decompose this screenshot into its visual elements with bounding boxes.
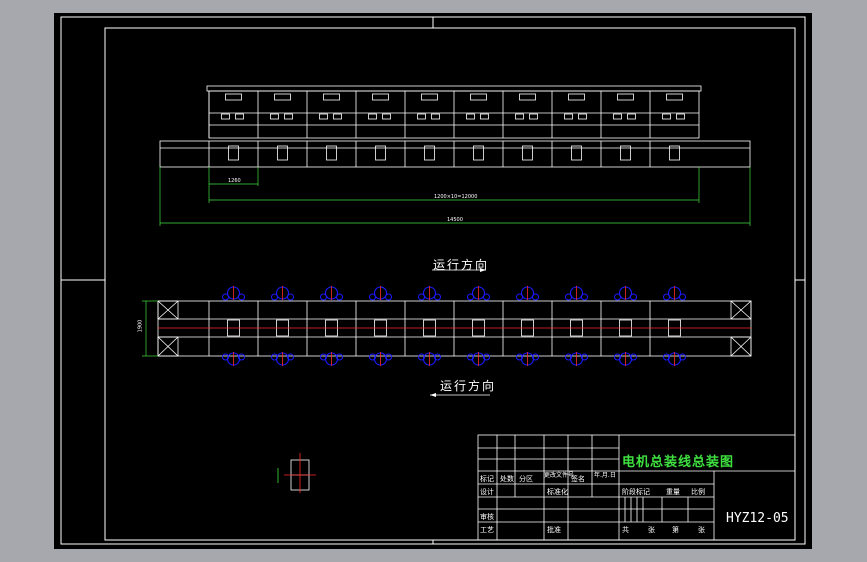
elevation-stations	[208, 91, 685, 167]
operator-hand-symbol	[287, 293, 294, 301]
tb-stage-mark: 阶段标记	[622, 488, 650, 496]
elevation-light-box	[225, 93, 242, 101]
elevation-shelf-box	[319, 113, 328, 120]
tb-date: 年.月.日	[594, 472, 616, 479]
detail-view	[277, 453, 316, 493]
elevation-shelf-box	[662, 113, 671, 120]
tb-mark: 标记	[480, 475, 494, 483]
tb-sheets-total: 共	[622, 526, 629, 534]
plan-view	[157, 300, 752, 357]
elevation-view	[159, 85, 751, 168]
tb-count: 处数	[500, 475, 514, 483]
tb-sheet2: 张	[698, 526, 705, 534]
elevation-shelf-box	[578, 113, 587, 120]
elevation-light-box	[323, 93, 340, 101]
tb-change-doc: 更改文件号	[544, 472, 575, 479]
operator-hand-symbol	[418, 293, 425, 301]
conveyor-body	[159, 140, 751, 168]
operator-hand-symbol	[238, 293, 245, 301]
tb-review: 审核	[480, 513, 494, 521]
elevation-shelf-box	[368, 113, 377, 120]
operator-hand-symbol	[385, 293, 392, 301]
elevation-shelf-box	[627, 113, 636, 120]
elevation-light-box	[666, 93, 683, 101]
elevation-light-box	[421, 93, 438, 101]
plan-outline	[157, 300, 752, 357]
operator-hand-symbol	[467, 293, 474, 301]
operator-hand-symbol	[532, 293, 539, 301]
operator-hand-symbol	[516, 293, 523, 301]
operator-hand-symbol	[271, 293, 278, 301]
tb-signature: 签名	[571, 475, 585, 483]
elevation-shelf-box	[221, 113, 230, 120]
operator-hand-symbol	[336, 293, 343, 301]
elevation-shelf-box	[417, 113, 426, 120]
dim-text-inner: 1200×10=12000	[434, 194, 478, 200]
elevation-shelf-box	[235, 113, 244, 120]
direction-arrowhead-bottom	[430, 393, 436, 397]
tb-approve: 批准	[547, 526, 561, 534]
operator-hand-symbol	[630, 293, 637, 301]
operator-hand-symbol	[434, 293, 441, 301]
elevation-light-box	[519, 93, 536, 101]
tb-design: 设计	[480, 488, 494, 496]
top-rail	[206, 85, 702, 92]
elevation-light-box	[274, 93, 291, 101]
tb-process: 工艺	[480, 526, 494, 534]
drawing-title: 电机总装线总装图	[622, 455, 735, 470]
elevation-light-box	[617, 93, 634, 101]
tb-zone: 分区	[519, 475, 533, 483]
elevation-light-box	[470, 93, 487, 101]
operator-hand-symbol	[679, 293, 686, 301]
elevation-shelf-box	[466, 113, 475, 120]
elevation-shelf-box	[333, 113, 342, 120]
elevation-shelf-box	[515, 113, 524, 120]
operator-hand-symbol	[369, 293, 376, 301]
elevation-light-box	[372, 93, 389, 101]
elevation-shelf-box	[613, 113, 622, 120]
elevation-shelf-box	[480, 113, 489, 120]
elevation-shelf-box	[284, 113, 293, 120]
operator-hand-symbol	[614, 293, 621, 301]
operator-hand-symbol	[581, 293, 588, 301]
tb-standardize: 标准化	[547, 488, 568, 496]
dim-text-segment: 1260	[228, 178, 241, 184]
direction-label-bottom: 运行方向	[440, 379, 497, 393]
elevation-shelf-box	[382, 113, 391, 120]
drawing-number: HYZ12-05	[726, 511, 789, 526]
operator-hand-symbol	[565, 293, 572, 301]
elevation-shelf-box	[676, 113, 685, 120]
operator-hand-symbol	[222, 293, 229, 301]
tb-sheet: 张	[648, 526, 655, 534]
tb-weight: 重量	[666, 488, 680, 496]
operator-hand-symbol	[483, 293, 490, 301]
elevation-shelf-box	[431, 113, 440, 120]
dim-text-overall: 14500	[447, 217, 463, 223]
plan-stations	[208, 301, 681, 356]
direction-label-top: 运行方向	[433, 258, 490, 272]
elevation-shelf-box	[270, 113, 279, 120]
operator-hand-symbol	[320, 293, 327, 301]
operator-hand-symbol	[663, 293, 670, 301]
elevation-shelf-box	[564, 113, 573, 120]
tb-sheet-no: 第	[672, 526, 679, 534]
elevation-shelf-box	[529, 113, 538, 120]
tb-scale: 比例	[691, 488, 705, 496]
elevation-light-box	[568, 93, 585, 101]
drawing-sheet: 运行方向 运行方向 1260 1200×10=12000 14500 1900 …	[54, 13, 812, 549]
dim-text-width: 1900	[137, 319, 144, 333]
